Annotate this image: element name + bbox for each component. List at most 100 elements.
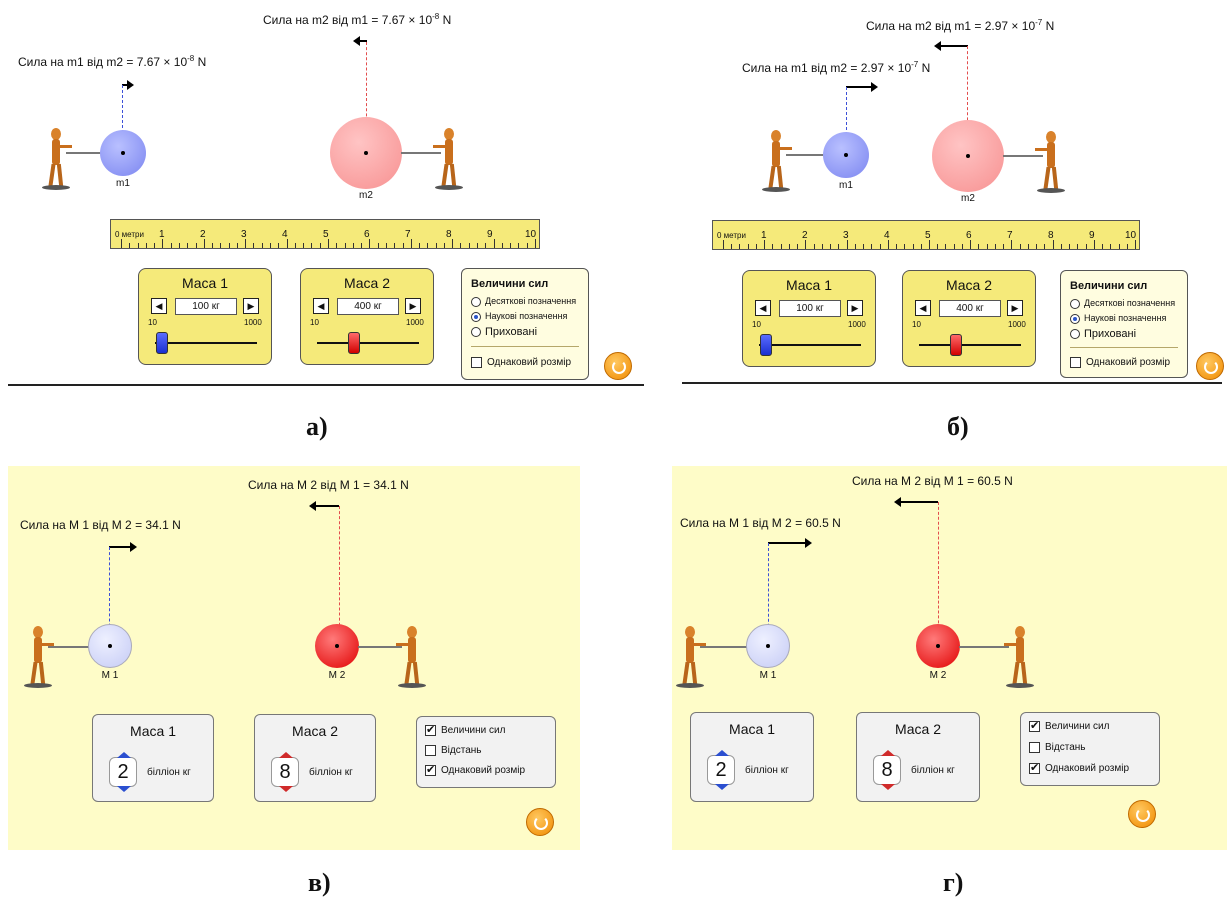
ruler-tick [203, 239, 205, 248]
ruler-tick [261, 243, 263, 248]
checkbox-icon [425, 745, 436, 756]
mass2-spinner[interactable]: 8 [873, 750, 901, 790]
mass-label-m1: m1 [116, 178, 130, 189]
mass1-value-field[interactable]: 100 кг [779, 300, 841, 317]
option-same-size[interactable]: ✔ Однаковий розмір [1029, 763, 1129, 774]
reset-button[interactable] [604, 352, 632, 380]
mass1-spinner[interactable]: 2 [707, 750, 735, 790]
ruler-tick [961, 244, 963, 249]
mass2-increase-button[interactable]: ▶ [1007, 300, 1023, 316]
mass1-control: Маса 1 2 білліон кг [92, 714, 214, 802]
mass1-increase-button[interactable]: ▶ [847, 300, 863, 316]
option-distance[interactable]: Відстань [1029, 742, 1086, 753]
arrow-down-icon[interactable] [715, 784, 729, 790]
option-decimal[interactable]: Десяткові позначення [1070, 298, 1175, 309]
mass2-increase-button[interactable]: ▶ [405, 298, 421, 314]
mass2-slider-thumb[interactable] [348, 332, 360, 354]
mass2-value-field[interactable]: 400 кг [939, 300, 1001, 317]
ruler-tick [788, 244, 790, 249]
option-force-values[interactable]: ✔ Величини сил [1029, 721, 1109, 732]
mass2-spinner[interactable]: 8 [271, 752, 299, 792]
ruler-tick [945, 244, 947, 249]
mass1-decrease-button[interactable]: ◀ [151, 298, 167, 314]
option-scientific[interactable]: Наукові позначення [1070, 313, 1166, 324]
radio-icon [1070, 298, 1080, 309]
mass-ball-m2[interactable] [916, 624, 960, 668]
arrow-up-icon[interactable] [881, 750, 895, 756]
ruler-tick [896, 244, 898, 249]
mass-label-m2: M 2 [328, 670, 346, 681]
mass1-value-field[interactable]: 100 кг [175, 298, 237, 315]
mass-ball-m2[interactable] [932, 120, 1004, 192]
ruler-tick [311, 243, 313, 248]
mass2-title: Маса 2 [343, 275, 391, 291]
arrow-up-icon[interactable] [715, 750, 729, 756]
mass1-decrease-button[interactable]: ◀ [755, 300, 771, 316]
ruler-tick [912, 244, 914, 249]
mass2-decrease-button[interactable]: ◀ [915, 300, 931, 316]
mass2-slider-thumb[interactable] [950, 334, 962, 356]
ruler-number: 9 [487, 229, 493, 240]
arrow-up-icon[interactable] [117, 752, 131, 758]
mass-ball-m1[interactable] [88, 624, 132, 668]
option-same-size[interactable]: Однаковий розмір [1070, 357, 1170, 368]
ruler-tick [805, 240, 807, 249]
mass-ball-m1[interactable] [100, 130, 146, 176]
mass2-value-field[interactable]: 400 кг [337, 298, 399, 315]
ruler[interactable]: 0 метри 1 2 3 4 5 6 7 8 9 10 [110, 219, 540, 249]
ruler-tick [854, 244, 856, 249]
mass-label-m1: M 1 [759, 670, 777, 681]
option-force-values[interactable]: ✔ Величини сил [425, 725, 505, 736]
mass2-unit: білліон кг [309, 767, 353, 778]
force-label-m1: Сила на M 1 від M 2 = 60.5 N [680, 516, 841, 530]
radio-icon [471, 296, 481, 307]
ruler-tick [286, 239, 288, 248]
rope-left [48, 646, 90, 648]
ruler-tick [278, 243, 280, 248]
ruler[interactable]: 0 метри 1 2 3 4 5 6 7 8 9 10 [712, 220, 1140, 250]
mass2-slider-track[interactable] [919, 344, 1021, 346]
ruler-tick [518, 243, 520, 248]
mass2-control: Маса 2 ◀ 400 кг ▶ 10 1000 [300, 268, 434, 365]
mass1-slider-thumb[interactable] [156, 332, 168, 354]
option-same-size[interactable]: Однаковий розмір [471, 357, 571, 368]
arrow-up-icon[interactable] [279, 752, 293, 758]
rope-left [66, 152, 101, 154]
mass1-slider-track[interactable] [759, 344, 861, 346]
mass-label-m2: m2 [961, 193, 975, 204]
puller-right [1035, 131, 1065, 193]
mass1-spinner[interactable]: 2 [109, 752, 137, 792]
option-hidden[interactable]: Приховані [471, 326, 537, 338]
radio-icon [1070, 329, 1080, 340]
mass1-slider-thumb[interactable] [760, 334, 772, 356]
mass-ball-m1[interactable] [746, 624, 790, 668]
option-scientific[interactable]: Наукові позначення [471, 311, 567, 322]
arrow-down-icon[interactable] [881, 784, 895, 790]
ruler-tick [739, 244, 741, 249]
radio-selected-icon [471, 311, 481, 322]
option-same-size[interactable]: ✔ Однаковий розмір [425, 765, 525, 776]
mass1-increase-button[interactable]: ▶ [243, 298, 259, 314]
reset-button[interactable] [526, 808, 554, 836]
ruler-tick [1077, 244, 1079, 249]
mass1-title: Маса 1 [728, 721, 776, 737]
ruler-tick [1118, 244, 1120, 249]
mass-ball-m2[interactable] [315, 624, 359, 668]
ruler-tick [212, 243, 214, 248]
option-distance[interactable]: Відстань [425, 745, 482, 756]
mass-ball-m2[interactable] [330, 117, 402, 189]
reset-button[interactable] [1128, 800, 1156, 828]
option-decimal[interactable]: Десяткові позначення [471, 296, 576, 307]
arrow-down-icon[interactable] [117, 786, 131, 792]
mass1-slider-track[interactable] [155, 342, 257, 344]
arrow-down-icon[interactable] [279, 786, 293, 792]
ruler-tick [328, 239, 329, 248]
force-label-m1: Сила на m1 від m2 = 2.97 × 10-7 N [742, 60, 931, 75]
option-hidden[interactable]: Приховані [1070, 328, 1136, 340]
reset-button[interactable] [1196, 352, 1224, 380]
ruler-tick [821, 244, 823, 249]
mass2-decrease-button[interactable]: ◀ [313, 298, 329, 314]
mass2-slider-track[interactable] [317, 342, 419, 344]
mass2-title: Маса 2 [894, 721, 942, 737]
mass-ball-m1[interactable] [823, 132, 869, 178]
